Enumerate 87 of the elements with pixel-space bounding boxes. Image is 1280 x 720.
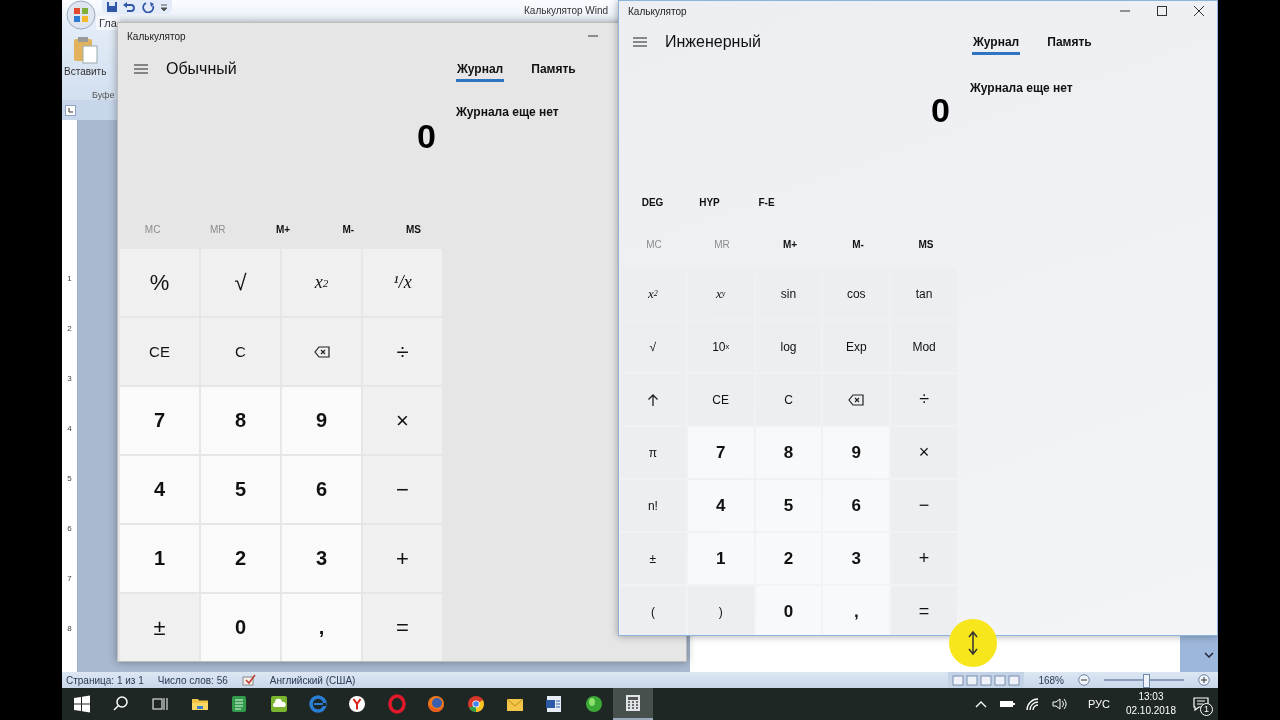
page-count: Страница: 1 из 1 — [66, 674, 144, 686]
window-title: Калькулятор — [627, 5, 687, 17]
ruler-number: 4 — [67, 423, 72, 435]
operator-key[interactable]: √ — [201, 249, 280, 316]
language-label[interactable]: Английский (США) — [269, 674, 356, 686]
digit-key[interactable]: 9 — [823, 427, 890, 478]
digit-key[interactable]: 5 — [201, 456, 280, 523]
mode-title: Обычный — [166, 60, 237, 78]
digit-key[interactable]: 9 — [282, 387, 361, 454]
tab[interactable]: Журнал — [972, 29, 1021, 55]
mode-toggle[interactable]: HYP — [681, 195, 738, 209]
digit-key[interactable]: 6 — [282, 456, 361, 523]
digit-key[interactable]: 6 — [823, 480, 890, 531]
history-message: Журнала еще нет — [970, 81, 1074, 95]
digit-key[interactable]: 2 — [201, 525, 280, 592]
tab[interactable]: Память — [530, 56, 577, 82]
tab[interactable]: Память — [1046, 29, 1093, 55]
operator-key[interactable]: × — [891, 427, 957, 478]
digit-key[interactable]: 0 — [201, 594, 280, 661]
window-title: Калькулятор — [126, 30, 186, 42]
digit-key[interactable]: 0 — [755, 586, 822, 635]
notification-button[interactable]: 1 — [1184, 688, 1218, 720]
digit-key[interactable]: 4 — [120, 456, 199, 523]
memory-button[interactable]: M- — [315, 222, 381, 236]
digit-key[interactable]: 2 — [755, 533, 822, 584]
operator-key[interactable]: = — [363, 594, 442, 661]
mode-toggle[interactable]: DEG — [624, 195, 681, 209]
digit-key[interactable]: 4 — [687, 480, 754, 531]
operator-key[interactable]: ± — [120, 594, 199, 661]
window-title: Калькулятор Wind — [524, 5, 609, 16]
paste-label[interactable]: Вставить — [64, 66, 107, 77]
display-value: 0 — [417, 117, 436, 156]
ruler-number: 5 — [67, 473, 72, 485]
ruler-number: 8 — [67, 623, 72, 635]
tab[interactable]: Журнал — [456, 56, 505, 82]
digit-key[interactable]: 7 — [687, 427, 754, 478]
display-value: 0 — [931, 91, 950, 130]
function-key[interactable]: ± — [620, 533, 686, 584]
word-count: Число слов: 56 — [157, 674, 228, 686]
history-message: Журнала еще нет — [456, 105, 560, 119]
memory-button[interactable]: M+ — [756, 238, 824, 251]
operator-key[interactable]: = — [891, 586, 957, 635]
digit-key[interactable]: 8 — [755, 427, 822, 478]
operator-key[interactable]: − — [891, 480, 957, 531]
digit-key[interactable]: 1 — [120, 525, 199, 592]
ribbon-tab[interactable]: Гла — [96, 16, 120, 30]
function-key[interactable]: CE — [120, 318, 199, 385]
function-key[interactable]: ¹/x — [363, 249, 442, 316]
memory-button[interactable]: MS — [380, 222, 446, 236]
function-key[interactable]: C — [201, 318, 280, 385]
digit-key[interactable]: , — [282, 594, 361, 661]
operator-key[interactable]: % — [120, 249, 199, 316]
memory-button[interactable]: MS — [892, 238, 960, 251]
digit-key[interactable]: 3 — [282, 525, 361, 592]
ruler-number: 1 — [67, 273, 72, 285]
ruler-number: 6 — [67, 523, 72, 535]
function-key[interactable]: n! — [620, 480, 686, 531]
function-key[interactable]: Mod — [891, 321, 957, 372]
operator-key[interactable]: × — [363, 387, 442, 454]
function-key[interactable]: ( — [620, 586, 686, 635]
group-label: Буфе — [92, 90, 115, 100]
ruler-number: 7 — [67, 573, 72, 585]
digit-key[interactable]: 1 — [687, 533, 754, 584]
digit-key[interactable]: , — [823, 586, 890, 635]
ruler-number: 2 — [67, 323, 72, 335]
function-key[interactable]: C — [755, 374, 822, 425]
notification-count: 1 — [1200, 703, 1213, 716]
digit-key[interactable]: 8 — [201, 387, 280, 454]
operator-key[interactable]: ÷ — [363, 318, 442, 385]
operator-key[interactable]: − — [363, 456, 442, 523]
zoom-level[interactable]: 168% — [1038, 674, 1064, 686]
operator-key[interactable]: ÷ — [891, 374, 957, 425]
memory-button[interactable]: M+ — [250, 222, 316, 236]
clock-time[interactable]: 13:03 — [1138, 690, 1164, 704]
ruler-number: 3 — [67, 373, 72, 385]
digit-key[interactable]: 3 — [823, 533, 890, 584]
mode-title: Инженерный — [665, 33, 761, 51]
language-indicator[interactable]: РУС — [1081, 697, 1116, 711]
function-key[interactable]: π — [620, 427, 686, 478]
function-key[interactable]: ) — [687, 586, 754, 635]
mode-toggle[interactable]: F-E — [738, 195, 795, 209]
digit-key[interactable]: 7 — [120, 387, 199, 454]
clock-date[interactable]: 02.10.2018 — [1125, 704, 1176, 718]
operator-key[interactable]: + — [891, 533, 957, 584]
memory-button[interactable]: M- — [824, 238, 892, 251]
digit-key[interactable]: 5 — [755, 480, 822, 531]
operator-key[interactable]: + — [363, 525, 442, 592]
